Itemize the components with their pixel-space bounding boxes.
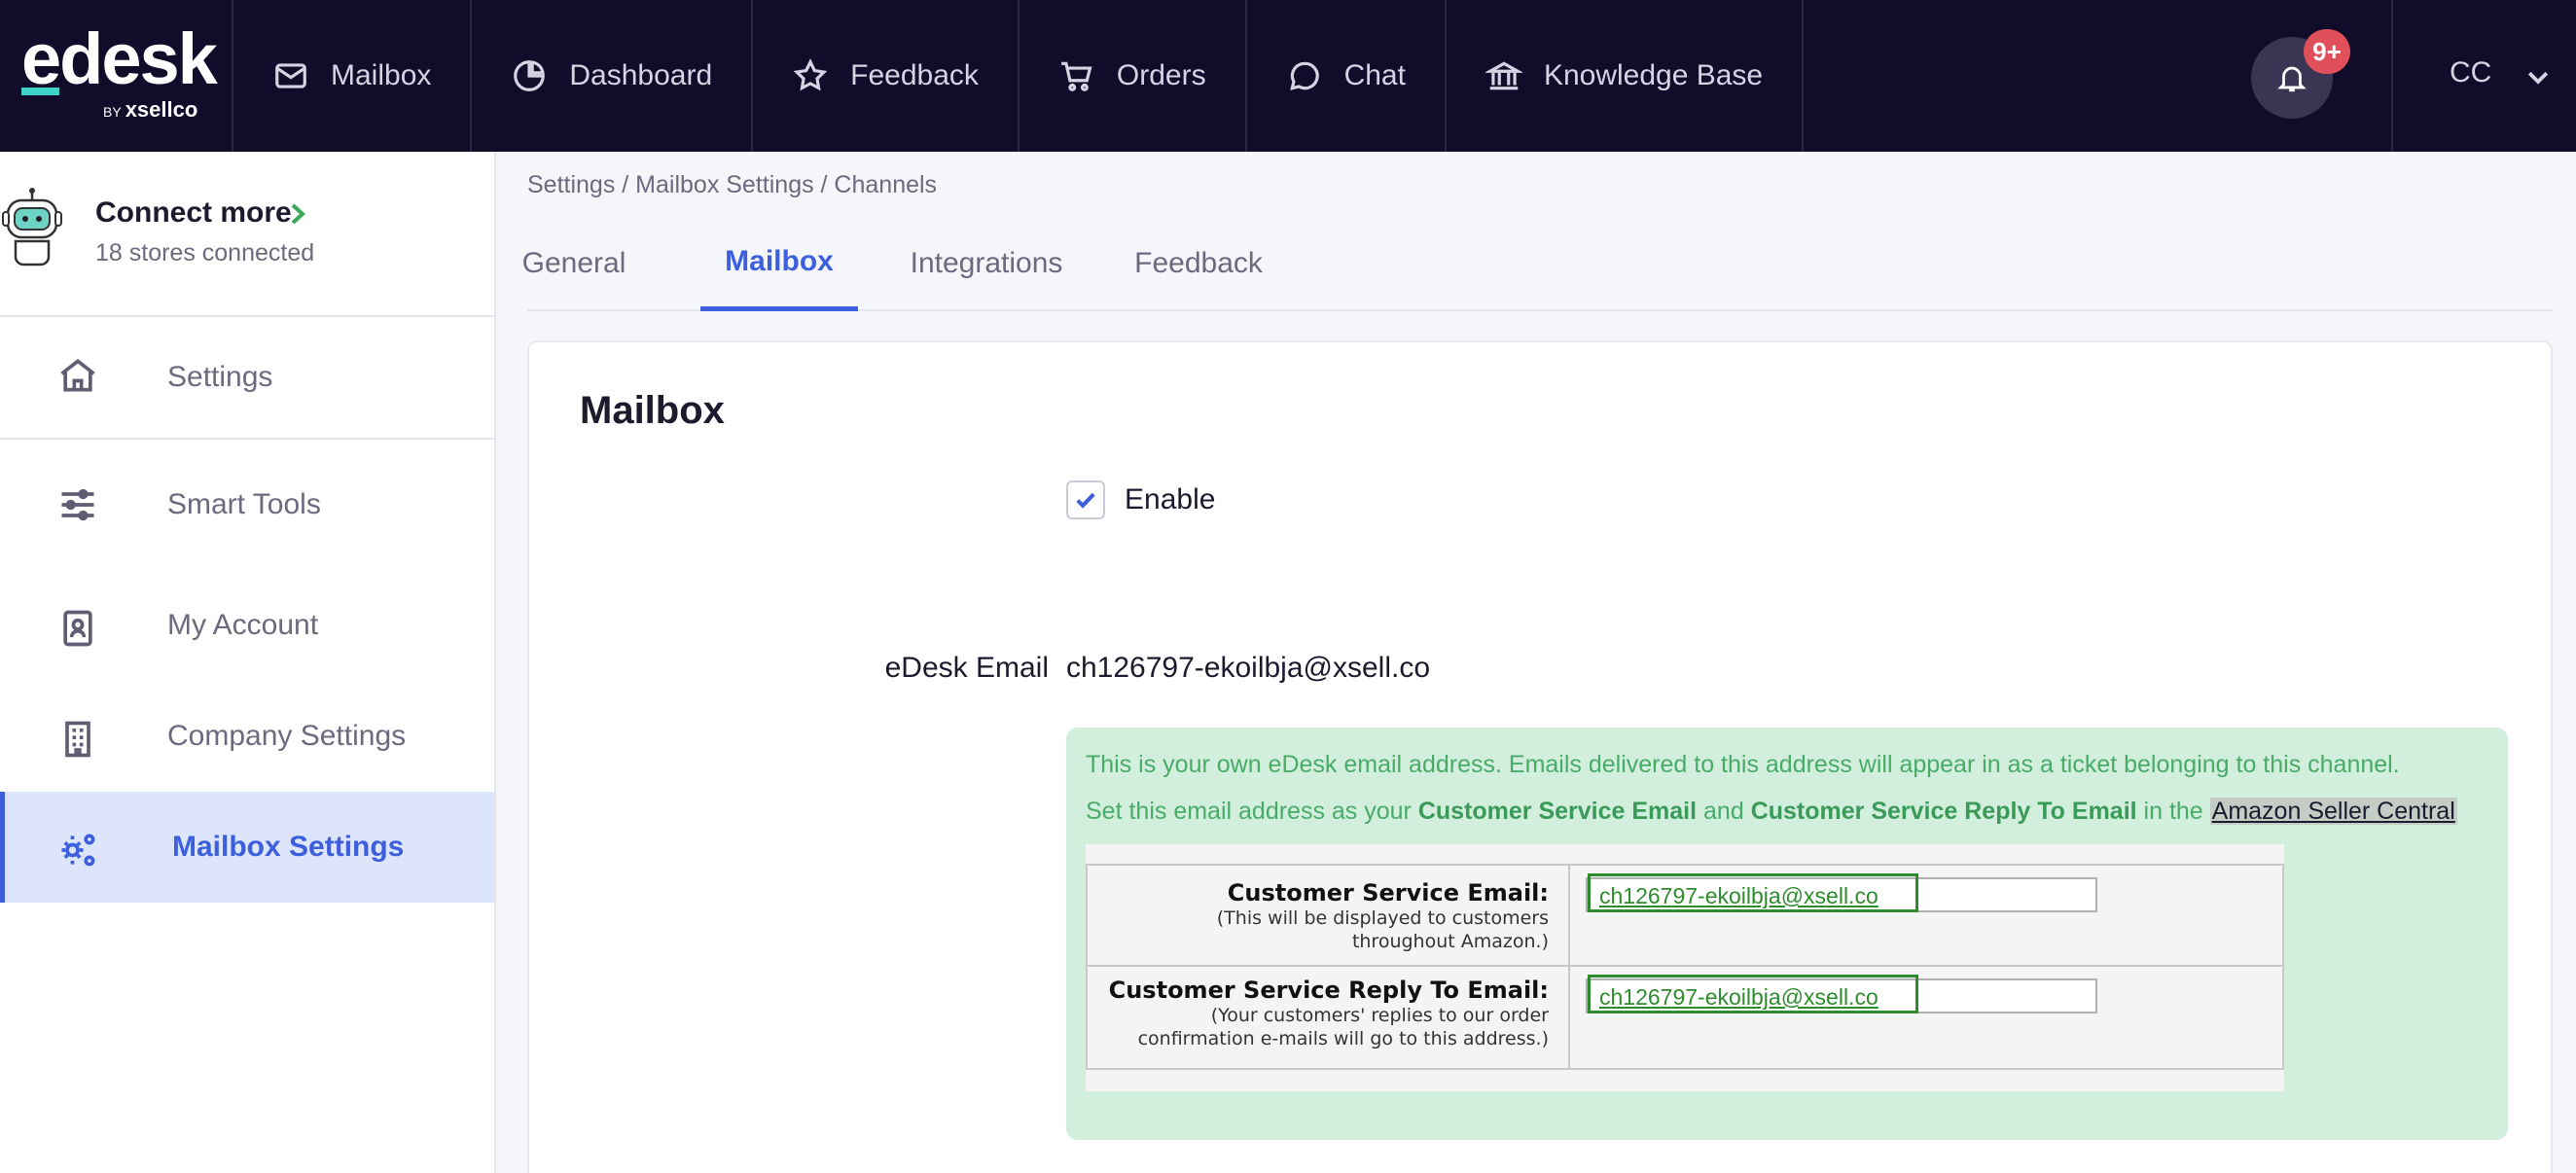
robot-icon [2, 188, 62, 267]
cs-reply-email-value: ch126797-ekoilbja@xsell.co [1599, 984, 1878, 1010]
nav-dashboard-label: Dashboard [569, 59, 713, 91]
sidebar-item-label: My Account [167, 609, 319, 641]
chevron-right-icon [291, 203, 305, 225]
sidebar-item-label: Smart Tools [167, 488, 321, 520]
cs-email-label: Customer Service Email: [1227, 879, 1549, 906]
nav-knowledge-base-label: Knowledge Base [1543, 59, 1764, 91]
chat-bubble-icon [1289, 61, 1319, 90]
nav-knowledge-base[interactable]: Knowledge Base [1447, 0, 1805, 152]
cart-icon [1061, 61, 1092, 91]
star-icon [793, 58, 828, 91]
table-row: Customer Service Email: (This will be di… [1088, 866, 2282, 967]
table-row: Customer Service Reply To Email: (Your c… [1088, 967, 2282, 1068]
sidebar-item-smart-tools[interactable]: Smart Tools [0, 440, 494, 570]
enable-checkbox[interactable] [1066, 480, 1105, 519]
checkmark-icon [1076, 492, 1095, 509]
chevron-down-icon [2527, 71, 2549, 85]
edesk-email-label: eDesk Email [884, 652, 1049, 684]
sidebar: Connect more 18 stores connected Setting… [0, 152, 496, 1173]
sidebar-item-my-account[interactable]: My Account [0, 570, 494, 681]
row-label-cell: Customer Service Email: (This will be di… [1088, 866, 1570, 967]
cs-email-term: Customer Service Email [1417, 798, 1698, 825]
mailbox-settings-card: Mailbox Enable eDesk Email ch126797-ekoi… [527, 340, 2553, 1173]
nav-chat[interactable]: Chat [1247, 0, 1447, 152]
pie-chart-icon [514, 60, 546, 91]
nav-chat-label: Chat [1343, 59, 1406, 91]
breadcrumb[interactable]: Settings / Mailbox Settings / Channels [527, 171, 937, 199]
logo-byline: BY xsellco [103, 97, 198, 122]
top-navbar: edesk BY xsellco Mailbox Dashboard Feedba… [0, 0, 2576, 152]
setup-text-e: in the [2136, 798, 2210, 825]
page-title: Mailbox [580, 389, 725, 432]
bank-icon [1485, 61, 1522, 90]
setup-text-a: Set this email address as your [1086, 798, 1418, 825]
tab-general[interactable]: General [522, 216, 626, 311]
sidebar-item-label: Company Settings [167, 720, 407, 752]
user-initials[interactable]: CC [2450, 56, 2491, 89]
nav-mailbox[interactable]: Mailbox [233, 0, 473, 152]
cs-reply-note-1: (Your customers' replies to our order [1210, 1005, 1549, 1026]
nav-mailbox-label: Mailbox [331, 59, 432, 91]
sidebar-item-label: Settings [167, 361, 273, 393]
sidebar-item-mailbox-settings[interactable]: Mailbox Settings [0, 792, 494, 903]
sliders-icon [56, 483, 99, 526]
amazon-seller-central-link[interactable]: Amazon Seller Central [2209, 798, 2457, 825]
cs-email-note-2: throughout Amazon.) [1351, 931, 1549, 952]
tab-integrations[interactable]: Integrations [909, 216, 1064, 311]
amazon-settings-screenshot: Customer Service Email: (This will be di… [1086, 844, 2284, 1091]
instructions-text: This is your own eDesk email address. Em… [1086, 751, 2400, 778]
settings-tabs: General Mailbox Integrations Feedback [522, 216, 2553, 311]
amazon-email-table: Customer Service Email: (This will be di… [1086, 864, 2284, 1070]
bell-icon [2277, 66, 2307, 92]
user-menu-toggle[interactable] [2523, 62, 2553, 91]
logo-wordmark: edesk [21, 18, 218, 99]
torn-edge-bottom [1086, 1072, 2284, 1091]
sidebar-item-company-settings[interactable]: Company Settings [0, 681, 494, 792]
instructions-panel: This is your own eDesk email address. Em… [1066, 728, 2508, 1140]
topbar-divider [2391, 0, 2393, 152]
id-badge-icon [56, 607, 99, 650]
cs-reply-email-label: Customer Service Reply To Email: [1108, 977, 1549, 1004]
sidebar-item-label: Mailbox Settings [172, 831, 405, 863]
instructions-setup-text: Set this email address as your Customer … [1086, 798, 2457, 826]
tab-mailbox[interactable]: Mailbox [700, 216, 858, 311]
row-label-cell: Customer Service Reply To Email: (Your c… [1088, 967, 1570, 1068]
gears-icon [56, 829, 99, 871]
nav-feedback[interactable]: Feedback [753, 0, 1020, 152]
connect-more-panel[interactable]: Connect more 18 stores connected [0, 152, 494, 317]
enable-label: Enable [1125, 483, 1216, 515]
nav-orders[interactable]: Orders [1020, 0, 1247, 152]
setup-text-c: and [1697, 798, 1751, 825]
enable-toggle[interactable]: Enable [1066, 480, 1215, 519]
torn-edge-top [1086, 844, 2284, 864]
cs-email-note-1: (This will be displayed to customers [1216, 907, 1549, 929]
cs-reply-note-2: confirmation e-mails will go to this add… [1137, 1028, 1549, 1049]
nav-orders-label: Orders [1116, 59, 1206, 91]
nav-feedback-label: Feedback [850, 59, 979, 91]
edesk-logo[interactable]: edesk BY xsellco [0, 0, 233, 152]
building-icon [56, 718, 99, 761]
home-icon [56, 354, 99, 397]
mail-icon [275, 63, 306, 89]
nav-dashboard[interactable]: Dashboard [472, 0, 754, 152]
sidebar-item-settings[interactable]: Settings [0, 317, 494, 438]
tab-feedback[interactable]: Feedback [1134, 216, 1263, 311]
cs-email-value: ch126797-ekoilbja@xsell.co [1599, 883, 1878, 908]
cs-reply-email-term: Customer Service Reply To Email [1750, 798, 2137, 825]
notification-count-badge: 9+ [2304, 29, 2350, 74]
edesk-email-value: ch126797-ekoilbja@xsell.co [1066, 652, 1431, 684]
connect-more-title[interactable]: Connect more [95, 196, 292, 230]
stores-connected-count: 18 stores connected [95, 239, 315, 267]
cs-reply-email-input: ch126797-ekoilbja@xsell.co [1586, 975, 2097, 1013]
cs-email-input: ch126797-ekoilbja@xsell.co [1586, 873, 2097, 912]
